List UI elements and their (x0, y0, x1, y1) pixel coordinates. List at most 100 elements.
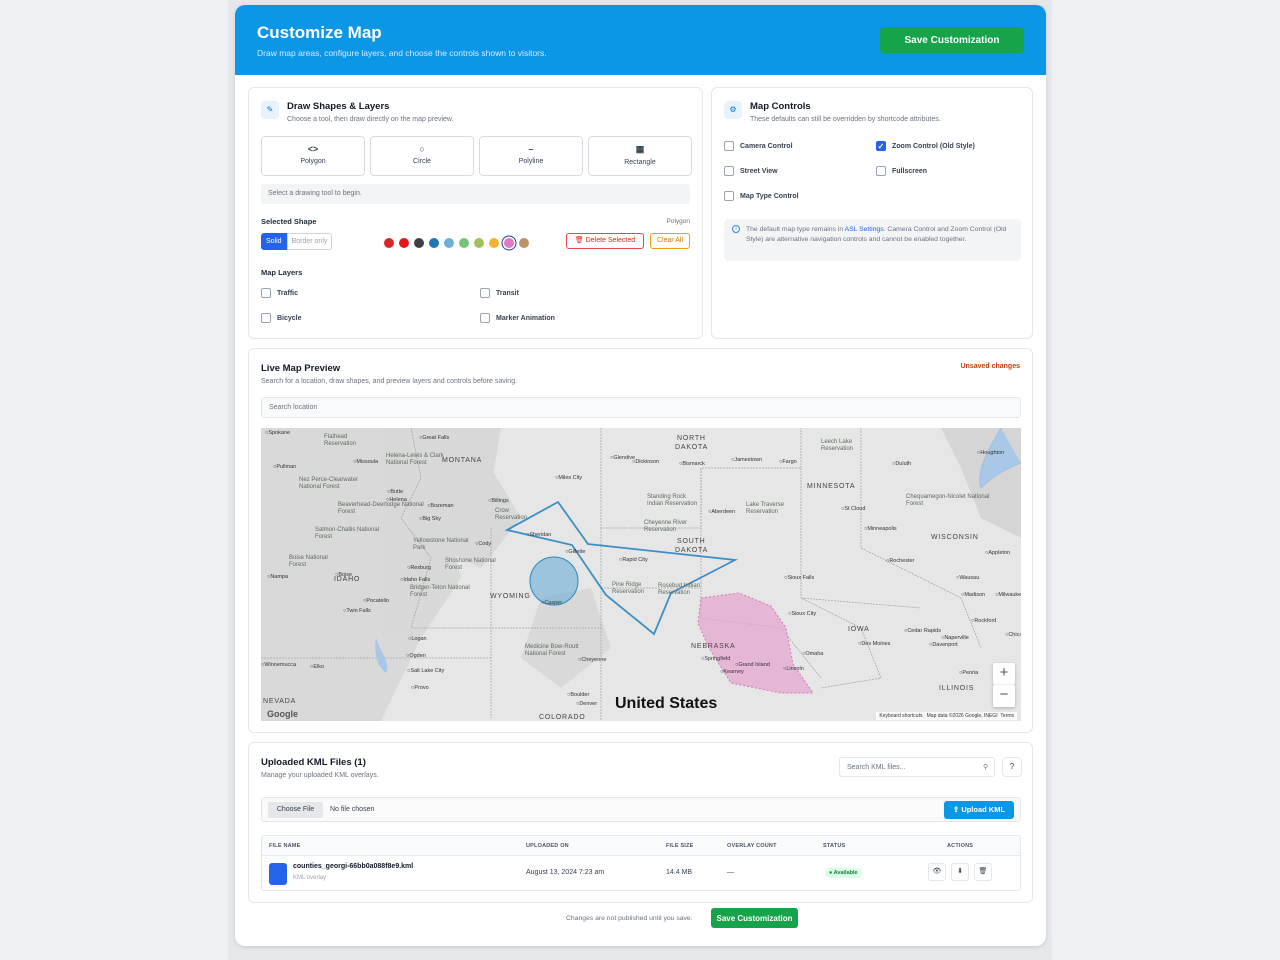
feature-label: Crow (495, 508, 510, 514)
city-label: ○Milwaukee (995, 592, 1021, 598)
color-swatch[interactable] (429, 238, 439, 248)
feature-label: Forest (338, 509, 355, 515)
layer-bicycle[interactable]: Bicycle (261, 313, 302, 323)
color-swatch[interactable] (399, 238, 409, 248)
color-swatch[interactable] (474, 238, 484, 248)
checkbox-checked[interactable]: ✓ (876, 141, 886, 151)
layer-transit[interactable]: Transit (480, 288, 519, 298)
customize-map-panel: Customize Map Draw map areas, configure … (235, 5, 1046, 946)
checkbox[interactable] (724, 166, 734, 176)
checkbox[interactable] (261, 313, 271, 323)
drawn-circle[interactable] (529, 556, 579, 606)
help-button[interactable]: ? (1002, 757, 1022, 777)
kml-files-card: Uploaded KML Files (1) Manage your uploa… (248, 742, 1033, 903)
city-label: ○Chicago (1005, 632, 1021, 638)
checkbox[interactable] (876, 166, 886, 176)
upload-kml-button[interactable]: ⇪ Upload KML (944, 801, 1014, 819)
choose-file-button[interactable]: Choose File (268, 802, 323, 818)
delete-selected-button[interactable]: 🗑 Delete Selected (566, 233, 644, 249)
feature-label: National Forest (525, 651, 566, 657)
download-icon[interactable]: ⬇ (951, 863, 969, 881)
draw-card-subtitle: Choose a tool, then draw directly on the… (287, 116, 454, 123)
checkbox[interactable] (261, 288, 271, 298)
city-label: ○Madison (961, 592, 985, 598)
feature-label: Pine Ridge (612, 582, 642, 588)
color-swatch[interactable] (504, 238, 514, 248)
state-label: NEBRASKA (691, 643, 736, 650)
trash-icon[interactable]: 🗑 (974, 863, 992, 881)
city-label: ○Gillette (565, 549, 585, 555)
checkbox[interactable] (480, 288, 490, 298)
solid-fill-option[interactable]: Solid (261, 233, 287, 250)
color-swatch[interactable] (444, 238, 454, 248)
map-canvas[interactable]: MONTANA WYOMING IDAHO NORTH DAKOTA SOUTH DAKOT… (261, 428, 1021, 721)
checkbox[interactable] (724, 141, 734, 151)
control-map-type[interactable]: Map Type Control (724, 191, 799, 201)
keyboard-shortcuts-link[interactable]: Keyboard shortcuts (879, 713, 922, 719)
color-swatch[interactable] (414, 238, 424, 248)
clear-all-button[interactable]: Clear All (650, 233, 690, 249)
polygon-icon: <> (307, 144, 319, 154)
feature-label: Lake Traverse (746, 502, 785, 508)
feature-label: Rosebud Indian (658, 583, 700, 589)
layer-traffic[interactable]: Traffic (261, 288, 298, 298)
location-search-input[interactable]: Search location (261, 397, 1021, 418)
live-map-preview-card: Live Map Preview Search for a location, … (248, 348, 1033, 733)
terms-link[interactable]: Terms (1000, 713, 1014, 719)
state-label: MINNESOTA (807, 483, 855, 490)
city-label: ○Jamestown (731, 457, 762, 463)
map-attribution: Keyboard shortcuts Map data ©2026 Google… (876, 712, 1017, 720)
zoom-out-button[interactable]: − (993, 685, 1015, 707)
footer-save-button[interactable]: Save Customization (711, 908, 798, 928)
color-swatch[interactable] (384, 238, 394, 248)
city-label: ○Fargo (779, 459, 797, 465)
color-swatch[interactable] (459, 238, 469, 248)
city-label: ○Missoula (353, 459, 379, 465)
polygon-tool-button[interactable]: <> Polygon (261, 136, 365, 176)
state-label: WYOMING (490, 593, 531, 600)
polyline-tool-button[interactable]: – Polyline (479, 136, 583, 176)
controls-card-subtitle: These defaults can still be overridden b… (750, 116, 941, 123)
kml-title: Uploaded KML Files (1) (261, 757, 366, 768)
feature-label: Reservation (746, 509, 778, 515)
border-only-option[interactable]: Border only (286, 233, 333, 250)
control-camera[interactable]: Camera Control (724, 141, 793, 151)
save-customization-button[interactable]: Save Customization (880, 27, 1024, 53)
city-label: ○Sheridan (526, 532, 551, 538)
column-overlay-count: OVERLAY COUNT (727, 843, 777, 849)
rectangle-tool-button[interactable]: ▦ Rectangle (588, 136, 692, 176)
circle-tool-button[interactable]: ○ Circle (370, 136, 474, 176)
city-label: ○Springfield (701, 656, 730, 662)
city-label: ○Denver (576, 701, 597, 707)
checkbox[interactable] (724, 191, 734, 201)
city-label: ○Elko (310, 664, 324, 670)
city-label: ○Spokane (265, 430, 290, 436)
feature-label: Forest (410, 592, 427, 598)
asl-settings-link[interactable]: ASL Settings (845, 226, 884, 233)
city-label: ○Provo (411, 685, 429, 691)
zoom-in-button[interactable]: + (993, 663, 1015, 685)
kml-search-input[interactable]: Search KML files... (839, 757, 995, 777)
view-icon[interactable]: 👁 (928, 863, 946, 881)
state-label: MONTANA (442, 457, 482, 464)
checkbox[interactable] (480, 313, 490, 323)
color-swatch[interactable] (489, 238, 499, 248)
layer-marker-animation[interactable]: Marker Animation (480, 313, 555, 323)
color-swatch[interactable] (519, 238, 529, 248)
preview-title: Live Map Preview (261, 363, 341, 374)
feature-label: Nez Perce-Clearwater (299, 477, 358, 483)
city-label: ○St Cloud (841, 506, 865, 512)
fill-style-toggle: Solid Border only (261, 233, 333, 250)
state-label: IOWA (848, 626, 870, 633)
control-fullscreen[interactable]: Fullscreen (876, 166, 927, 176)
control-zoom-old-style[interactable]: ✓ Zoom Control (Old Style) (876, 141, 975, 151)
feature-label: National Forest (386, 460, 427, 466)
column-status: STATUS (823, 843, 846, 849)
city-label: ○Idaho Falls (400, 577, 430, 583)
file-name: counties_georgi-66bb0a088f8e9.kml (293, 863, 414, 870)
city-label: ○Cheyenne (578, 657, 606, 663)
control-street-view[interactable]: Street View (724, 166, 778, 176)
city-label: ○Naperville (941, 635, 969, 641)
city-label: ○Glendive (610, 455, 635, 461)
column-uploaded-on: UPLOADED ON (526, 843, 569, 849)
